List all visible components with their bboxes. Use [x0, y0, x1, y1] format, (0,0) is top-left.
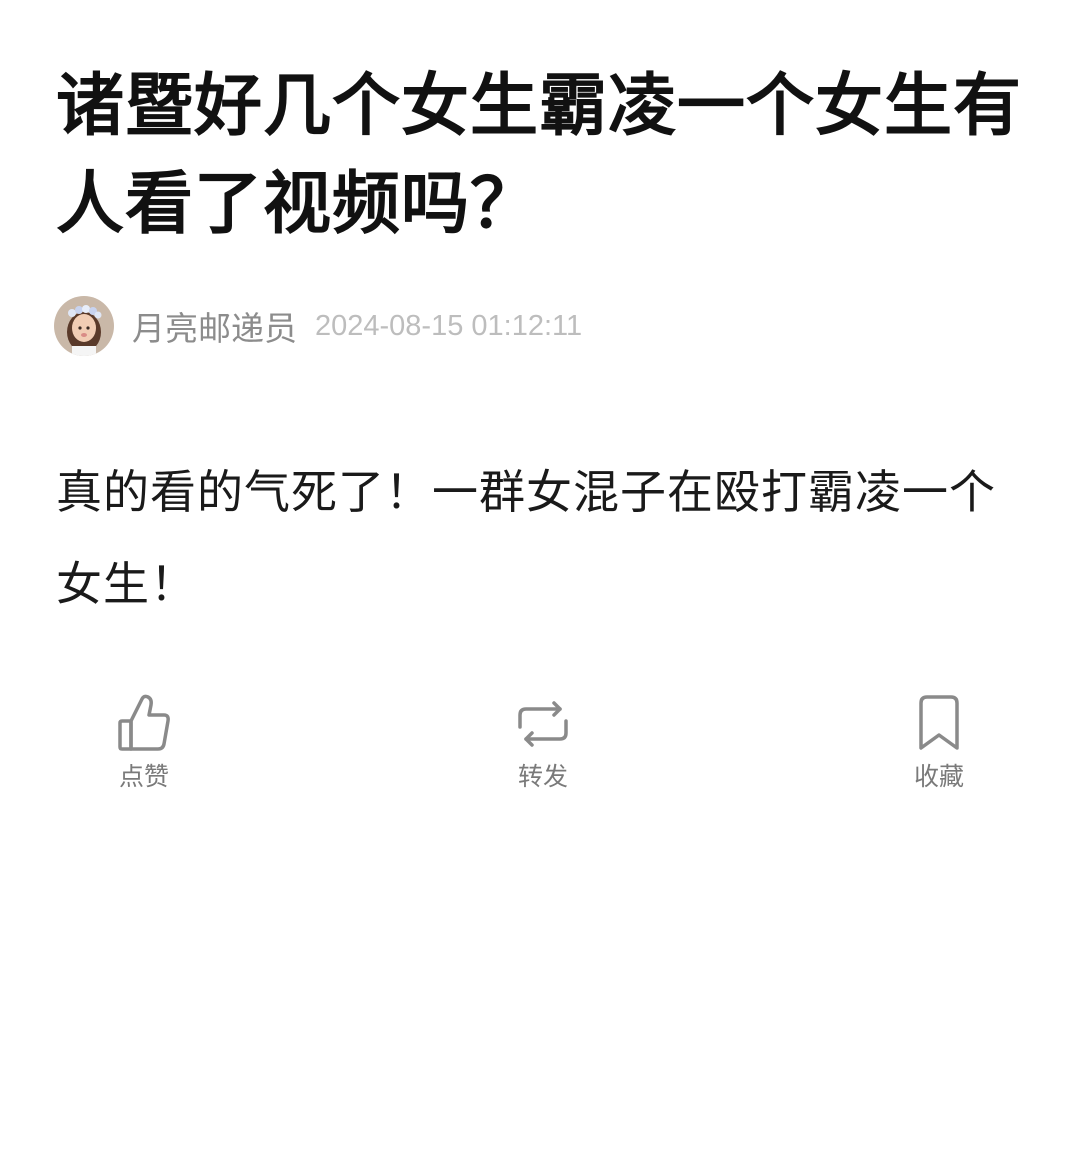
- collect-button[interactable]: 收藏: [869, 693, 1009, 793]
- post-title: 诸暨好几个女生霸凌一个女生有人看了视频吗？: [56, 67, 1023, 244]
- repost-label: 转发: [517, 762, 568, 791]
- repost-icon: [512, 693, 574, 753]
- like-label: 点赞: [118, 762, 169, 791]
- author-name[interactable]: 月亮邮递员: [132, 302, 297, 350]
- like-button[interactable]: 点赞: [74, 693, 214, 793]
- repost-button[interactable]: 转发: [473, 693, 613, 793]
- avatar[interactable]: [54, 296, 114, 356]
- thumbs-up-icon: [116, 693, 172, 753]
- collect-label: 收藏: [913, 762, 964, 791]
- post-body: 真的看的气死了！一群女混子在殴打霸凌一个女生！: [56, 465, 996, 611]
- avatar-photo-icon: [54, 296, 114, 356]
- post-timestamp: 2024-08-15 01:12:11: [315, 309, 583, 342]
- bookmark-icon: [913, 693, 965, 753]
- author-row: 月亮邮递员 2024-08-15 01:12:11: [54, 296, 582, 356]
